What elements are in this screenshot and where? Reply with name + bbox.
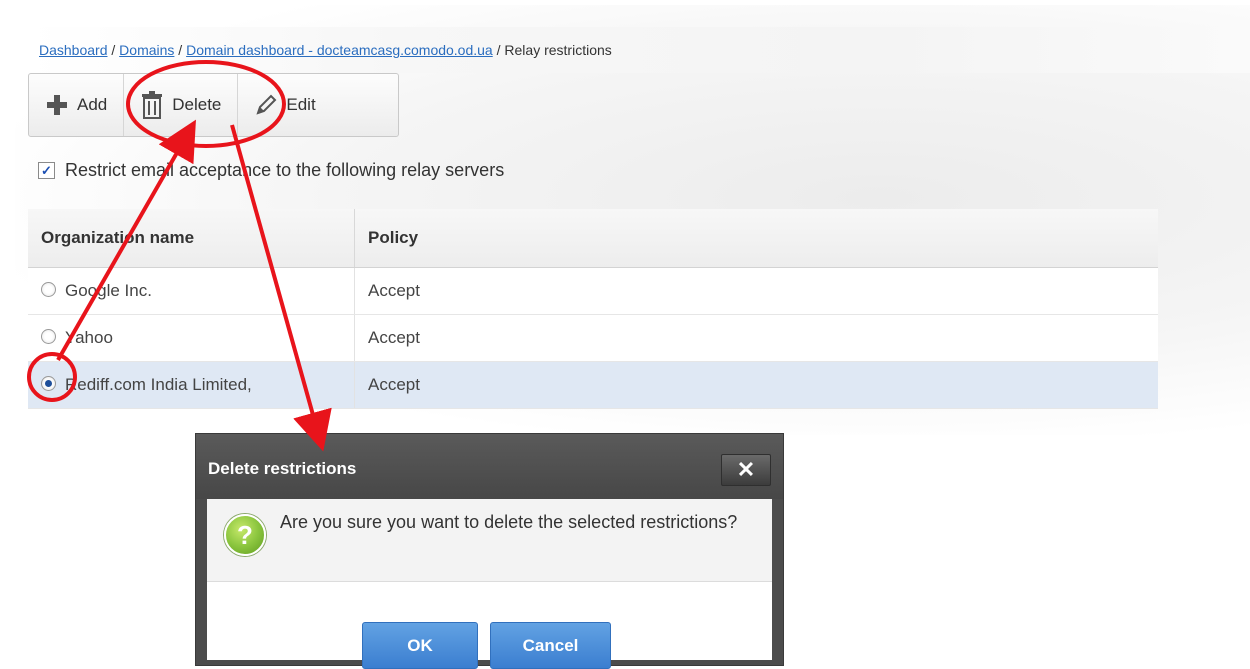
table-row[interactable]: Yahoo Accept [28, 314, 1158, 362]
dialog-message-area: ? Are you sure you want to delete the se… [207, 499, 772, 582]
breadcrumb-separator: / [174, 42, 187, 58]
restrict-label: Restrict email acceptance to the followi… [65, 160, 505, 180]
dialog-body: ? Are you sure you want to delete the se… [207, 499, 772, 669]
ok-button[interactable]: OK [362, 622, 478, 669]
add-button-label: Add [77, 95, 108, 114]
dialog-title: Delete restrictions [208, 459, 357, 478]
organization-cell: Rediff.com India Limited, [28, 361, 355, 409]
table-row[interactable]: Google Inc. Accept [28, 267, 1158, 315]
row-radio-selected[interactable] [41, 376, 56, 392]
delete-restrictions-dialog: Delete restrictions ✕ ? Are you sure you… [195, 433, 784, 669]
toolbar: Add Delete Edit [28, 73, 399, 137]
row-radio[interactable] [41, 282, 56, 298]
policy-cell: Accept [354, 361, 1158, 409]
row-radio[interactable] [41, 329, 56, 345]
question-icon: ? [224, 514, 266, 556]
organization-cell: Yahoo [28, 314, 355, 362]
dialog-message: Are you sure you want to delete the sele… [280, 512, 738, 532]
edit-button-label: Edit [286, 95, 316, 114]
breadcrumb-separator: / [492, 42, 505, 58]
breadcrumb-dashboard-link[interactable]: Dashboard [39, 42, 108, 58]
close-button[interactable]: ✕ [721, 454, 771, 486]
organization-name: Yahoo [65, 328, 113, 347]
delete-button-label: Delete [172, 95, 222, 114]
breadcrumb: Dashboard / Domains / Domain dashboard -… [28, 27, 1250, 73]
restrict-option: ✓ Restrict email acceptance to the follo… [38, 160, 504, 181]
close-icon: ✕ [736, 457, 756, 482]
delete-button[interactable]: Delete [124, 74, 239, 136]
organization-cell: Google Inc. [28, 267, 355, 315]
dialog-header: Delete restrictions ✕ [196, 434, 783, 499]
table-header-row: Organization name Policy [28, 209, 1158, 268]
policy-cell: Accept [354, 314, 1158, 362]
cancel-button[interactable]: Cancel [490, 622, 611, 669]
breadcrumb-domains-link[interactable]: Domains [119, 42, 174, 58]
restrict-checkbox[interactable]: ✓ [38, 162, 55, 179]
breadcrumb-domain-dashboard-link[interactable]: Domain dashboard - docteamcasg.comodo.od… [186, 42, 493, 58]
pencil-icon [254, 93, 278, 117]
policy-cell: Accept [354, 267, 1158, 315]
breadcrumb-current: Relay restrictions [504, 42, 612, 58]
plus-icon [45, 93, 69, 117]
table-row-selected[interactable]: Rediff.com India Limited, Accept [28, 361, 1158, 409]
organization-name: Rediff.com India Limited, [65, 375, 252, 394]
relay-table: Organization name Policy Google Inc. Acc… [28, 209, 1158, 409]
column-header-organization[interactable]: Organization name [28, 209, 355, 268]
trash-icon [140, 91, 164, 119]
column-header-policy[interactable]: Policy [354, 209, 1158, 268]
organization-name: Google Inc. [65, 281, 152, 300]
edit-button[interactable]: Edit [238, 74, 331, 136]
breadcrumb-separator: / [107, 42, 120, 58]
add-button[interactable]: Add [29, 74, 125, 136]
